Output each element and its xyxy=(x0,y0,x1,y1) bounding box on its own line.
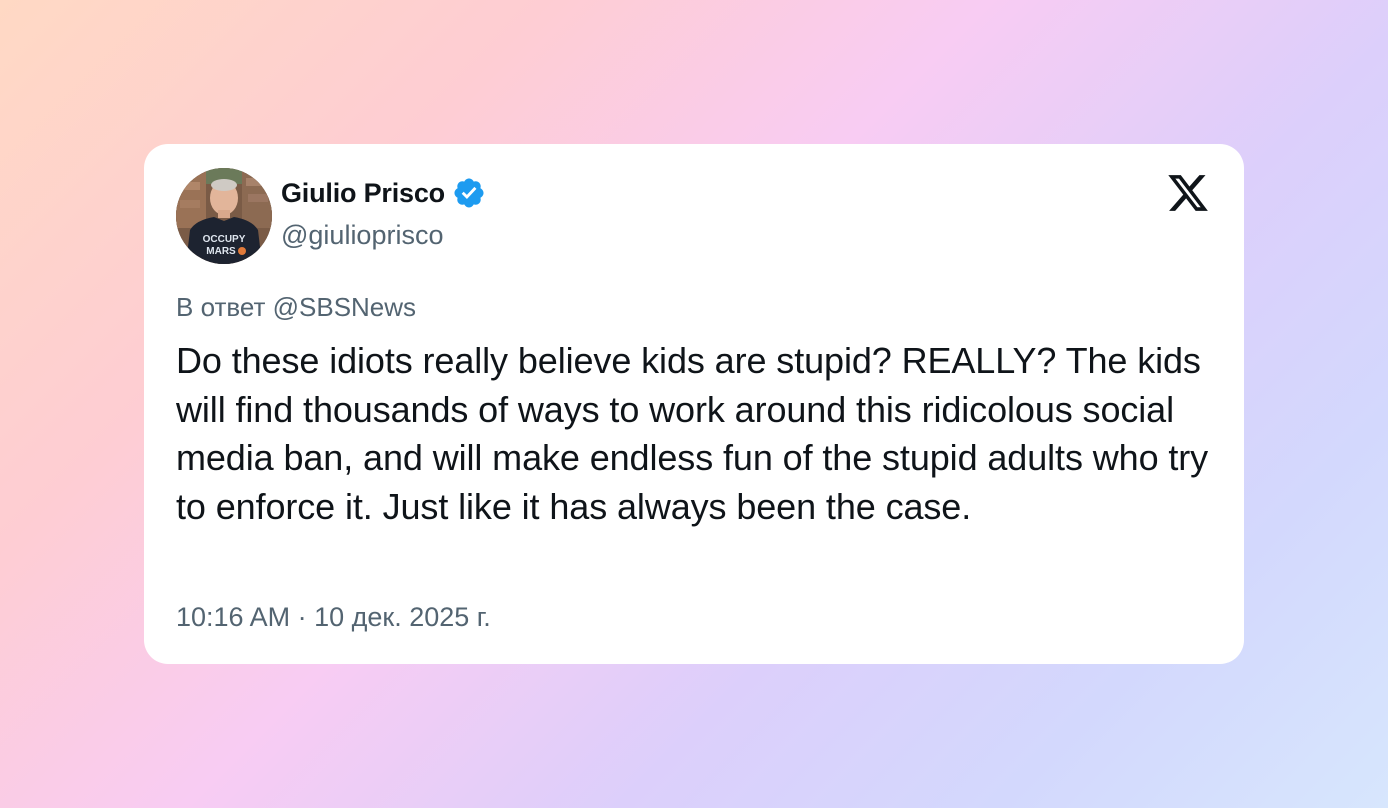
avatar[interactable]: OCCUPY MARS xyxy=(176,168,272,264)
avatar-shirt-text-2: MARS xyxy=(206,246,236,257)
avatar-photo: OCCUPY MARS xyxy=(176,168,272,264)
tweet-text: Do these idiots really believe kids are … xyxy=(176,340,1209,527)
x-logo-icon[interactable] xyxy=(1166,171,1210,215)
author-handle[interactable]: @giulioprisco xyxy=(281,220,443,251)
reply-to-label[interactable]: В ответ @SBSNews xyxy=(176,292,416,323)
tweet-card: OCCUPY MARS Giulio Prisco @giulioprisco … xyxy=(144,144,1244,664)
author-name-row: Giulio Prisco xyxy=(281,176,486,210)
mars-planet-icon xyxy=(238,247,246,255)
tweet-timestamp[interactable]: 10:16 AM · 10 дек. 2025 г. xyxy=(176,602,491,633)
verified-badge-icon xyxy=(452,176,486,210)
avatar-shirt-text-1: OCCUPY xyxy=(203,234,246,245)
author-display-name[interactable]: Giulio Prisco xyxy=(281,178,445,209)
